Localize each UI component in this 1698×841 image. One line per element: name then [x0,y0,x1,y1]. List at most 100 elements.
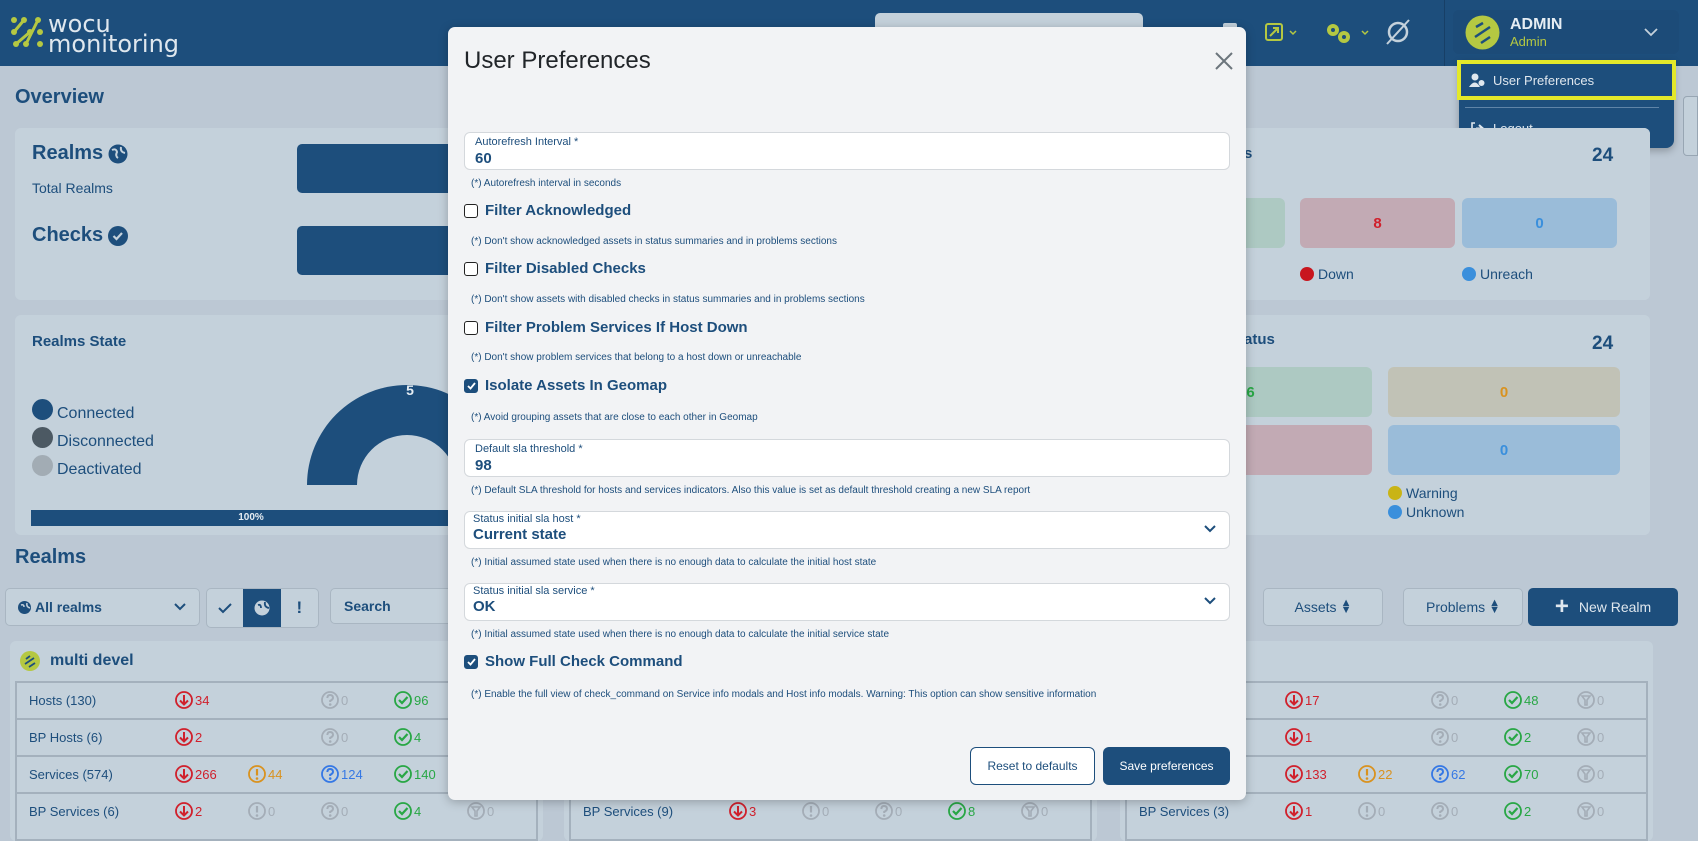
row-label[interactable]: BP Services (9) [583,804,673,819]
status-initial-sla-service-select[interactable]: Status initial sla service * OK [464,583,1230,621]
help-text: (*) Don't show acknowledged assets in st… [471,236,837,247]
critical-box[interactable]: 8 [1230,425,1372,475]
stat-warn[interactable]: 0 [248,802,275,820]
stat-filter[interactable]: 0 [1577,802,1604,820]
filter-circle-icon [1577,765,1595,783]
menu-item-user-preferences[interactable]: User Preferences [1457,60,1676,100]
reset-to-defaults-button[interactable]: Reset to defaults [970,747,1095,785]
close-icon[interactable] [1214,51,1234,71]
stat-warn[interactable]: 22 [1358,765,1392,783]
arrow-down-circle-icon [175,691,193,709]
stat-unknown[interactable]: 62 [1431,765,1465,783]
show-full-check-command-checkbox[interactable]: Show Full Check Command [464,653,683,670]
stat-ok[interactable]: 48 [1504,691,1538,709]
stat-unknown[interactable]: 0 [321,802,348,820]
checkbox-box[interactable] [464,203,478,218]
status-initial-sla-host-select[interactable]: Status initial sla host * Current state [464,511,1230,549]
filter-disabled-checks-checkbox[interactable]: Filter Disabled Checks [464,260,646,277]
realm-filter-select[interactable]: All realms [5,588,200,626]
stat-ok[interactable]: 96 [394,691,428,709]
default-sla-threshold-input[interactable]: Default sla threshold * 98 [464,439,1230,477]
stat-down[interactable]: 1 [1285,728,1312,746]
unknown-box[interactable]: 0 [1388,425,1620,475]
checkbox-checked[interactable] [464,378,478,393]
chevron-down-icon [1644,28,1658,37]
user-menu-toggle[interactable]: ADMIN Admin [1453,10,1679,54]
down-box[interactable]: 8 [1300,198,1455,248]
stat-ok[interactable]: 70 [1504,765,1538,783]
stat-ok[interactable]: 140 [394,765,436,783]
stat-down[interactable]: 266 [175,765,217,783]
legend-deactivated: Deactivated [32,455,142,479]
row-label[interactable]: Hosts (130) [29,693,96,708]
filter-acknowledged-checkbox[interactable]: Filter Acknowledged [464,202,631,219]
exclamation-circle-icon [248,802,266,820]
stat-filter[interactable]: 0 [1577,765,1604,783]
sort-assets-button[interactable]: Assets ▲ ▼ [1263,588,1383,626]
question-circle-icon [1431,691,1449,709]
row-label[interactable]: BP Services (6) [29,804,119,819]
stat-ok[interactable]: 2 [1504,728,1531,746]
new-realm-button[interactable]: + New Realm [1528,588,1678,626]
stat-filter[interactable]: 0 [1021,802,1048,820]
stat-unknown[interactable]: 0 [1431,802,1458,820]
external-link-icon[interactable] [1265,23,1301,43]
stat-unknown[interactable]: 124 [321,765,363,783]
wocu-logo-icon [11,17,43,47]
ok-box[interactable]: 16 [1230,367,1372,417]
warning-box[interactable]: 0 [1388,367,1620,417]
stat-down[interactable]: 2 [175,802,202,820]
row-label[interactable]: Services (574) [29,767,113,782]
stat-ok[interactable]: 8 [948,802,975,820]
stat-unknown[interactable]: 0 [1431,691,1458,709]
checkbox-box[interactable] [464,320,478,335]
checkbox-box[interactable] [464,261,478,276]
filter-circle-icon [1577,802,1595,820]
stat-down[interactable]: 1 [1285,802,1312,820]
stat-unknown[interactable]: 0 [321,728,348,746]
stat-down[interactable]: 2 [175,728,202,746]
question-circle-icon [1431,802,1449,820]
filter-problem-services-checkbox[interactable]: Filter Problem Services If Host Down [464,319,748,336]
stat-ok[interactable]: 4 [394,728,421,746]
question-circle-icon [321,728,339,746]
row-label[interactable]: BP Hosts (6) [29,730,102,745]
check-circle-icon [108,225,129,246]
legend-warning: Warning [1388,485,1458,501]
row-label[interactable]: BP Services (3) [1139,804,1229,819]
stat-ok[interactable]: 2 [1504,802,1531,820]
realm-name[interactable]: multi devel [50,652,134,670]
checkbox-checked[interactable] [464,654,478,669]
speedometer-slash-icon[interactable] [1384,17,1412,47]
stat-unknown[interactable]: 0 [875,802,902,820]
stat-unknown[interactable]: 0 [321,691,348,709]
save-preferences-button[interactable]: Save preferences [1103,747,1230,785]
stat-filter[interactable]: 0 [1577,691,1604,709]
side-panel-toggle[interactable] [1683,96,1698,156]
stat-unknown[interactable]: 0 [1431,728,1458,746]
stat-down[interactable]: 17 [1285,691,1319,709]
sort-problems-button[interactable]: Problems ▲ ▼ [1403,588,1523,626]
legend-down: Down [1300,266,1354,282]
stat-down[interactable]: 3 [729,802,756,820]
arrow-down-circle-icon [175,765,193,783]
gears-icon[interactable] [1325,22,1373,46]
exclamation-circle-icon [1358,802,1376,820]
unreach-box[interactable]: 0 [1462,198,1617,248]
check-circle-icon [1504,765,1522,783]
stat-warn[interactable]: 0 [1358,802,1385,820]
check-view-button[interactable] [207,589,243,627]
globe-view-button[interactable] [243,589,281,627]
autorefresh-interval-input[interactable]: Autorefresh Interval * 60 [464,132,1230,170]
stat-down[interactable]: 34 [175,691,209,709]
stat-filter[interactable]: 0 [1577,728,1604,746]
stat-down[interactable]: 133 [1285,765,1327,783]
user-name: ADMIN [1510,16,1563,33]
isolate-assets-checkbox[interactable]: Isolate Assets In Geomap [464,377,667,394]
arrow-down-circle-icon [1285,765,1303,783]
stat-ok[interactable]: 4 [394,802,421,820]
problems-view-button[interactable]: ! [281,589,318,627]
stat-warn[interactable]: 44 [248,765,282,783]
stat-filter[interactable]: 0 [467,802,494,820]
stat-warn[interactable]: 0 [802,802,829,820]
